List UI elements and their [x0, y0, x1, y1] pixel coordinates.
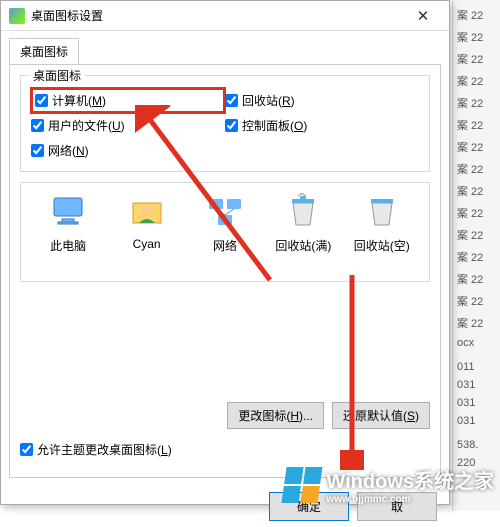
recycle-bin-empty-icon — [362, 191, 402, 231]
windows-logo-icon — [282, 467, 323, 503]
icon-label: 回收站(空) — [354, 237, 410, 254]
network-icon — [205, 191, 245, 231]
tab-desktop-icons[interactable]: 桌面图标 — [9, 38, 79, 65]
checkbox-control-panel-input[interactable] — [225, 119, 238, 132]
icon-label: 网络 — [213, 237, 237, 254]
checkbox-user-files-input[interactable] — [31, 119, 44, 132]
close-button[interactable]: ✕ — [405, 2, 441, 30]
desktop-icon-settings-dialog: 桌面图标设置 ✕ 桌面图标 桌面图标 计算机(M) 回收站(R) 用户的文件(U — [0, 0, 450, 505]
tab-panel: 桌面图标 计算机(M) 回收站(R) 用户的文件(U) 控制面板(O) — [9, 64, 441, 478]
icon-network[interactable]: 网络 — [191, 191, 259, 273]
icon-preview-list[interactable]: 此电脑 Cyan 网络 回收站(满) — [20, 182, 430, 282]
icon-this-pc[interactable]: 此电脑 — [34, 191, 102, 273]
watermark-url: www.bjjmmc.com — [326, 494, 494, 505]
checkbox-user-files[interactable]: 用户的文件(U) — [31, 113, 225, 138]
tab-row: 桌面图标 — [1, 31, 449, 64]
checkbox-computer[interactable]: 计算机(M) — [31, 88, 225, 113]
checkbox-recycle-bin[interactable]: 回收站(R) — [225, 88, 419, 113]
watermark-title: Windows系统之家 — [326, 471, 494, 493]
dialog-title: 桌面图标设置 — [31, 7, 405, 24]
checkbox-network[interactable]: 网络(N) — [31, 138, 225, 163]
app-icon — [9, 8, 25, 24]
icon-label: 此电脑 — [50, 237, 86, 254]
allow-theme-input[interactable] — [20, 443, 33, 456]
checkbox-computer-input[interactable] — [35, 94, 48, 107]
close-icon: ✕ — [417, 7, 430, 25]
title-bar: 桌面图标设置 ✕ — [1, 1, 449, 31]
user-folder-icon — [127, 191, 167, 231]
watermark: Windows系统之家 www.bjjmmc.com — [284, 465, 494, 505]
computer-icon — [48, 191, 88, 231]
icon-recycle-empty[interactable]: 回收站(空) — [348, 191, 416, 273]
icon-label: Cyan — [133, 237, 161, 251]
icon-user[interactable]: Cyan — [113, 191, 181, 273]
background-file-list: 案 22案 22案 22 案 22案 22案 22 案 22案 22案 22 案… — [452, 0, 500, 511]
allow-theme-checkbox[interactable]: 允许主题更改桌面图标(L) — [20, 441, 430, 458]
recycle-bin-full-icon — [283, 191, 323, 231]
checkbox-recycle-bin-input[interactable] — [225, 94, 238, 107]
icon-recycle-full[interactable]: 回收站(满) — [269, 191, 337, 273]
checkbox-control-panel[interactable]: 控制面板(O) — [225, 113, 419, 138]
icon-label: 回收站(满) — [275, 237, 331, 254]
change-icon-button[interactable]: 更改图标(H)... — [227, 402, 324, 429]
group-title: 桌面图标 — [29, 67, 85, 84]
restore-default-button[interactable]: 还原默认值(S) — [332, 402, 430, 429]
desktop-icons-group: 桌面图标 计算机(M) 回收站(R) 用户的文件(U) 控制面板(O) — [20, 75, 430, 172]
checkbox-network-input[interactable] — [31, 144, 44, 157]
